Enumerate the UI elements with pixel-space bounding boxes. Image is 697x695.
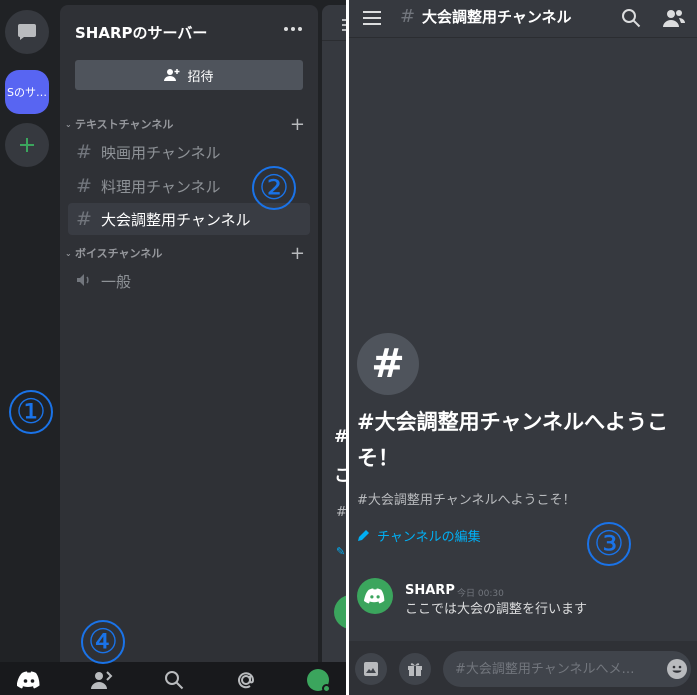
hash-icon: # (76, 208, 92, 230)
category-label: テキストチャンネル (75, 118, 174, 131)
discord-logo-icon (364, 588, 385, 604)
left-screen: Sのサ… SHARPのサーバー 招待 ⌄ テキストチャンネル + # 映画用チャ… (0, 0, 346, 695)
annotation-marker: ② (252, 166, 296, 210)
speaker-icon (76, 270, 101, 292)
peek-title-fragment: こ (334, 466, 346, 486)
add-person-icon (164, 69, 180, 81)
pencil-icon: ✎ (336, 545, 346, 558)
search-icon[interactable] (162, 669, 186, 691)
category-label: ボイスチャンネル (75, 247, 163, 260)
message-input[interactable] (443, 651, 691, 687)
welcome-title: #大会調整用チャンネルへようこそ！ (357, 410, 668, 470)
invite-label: 招待 (187, 69, 214, 85)
server-name[interactable]: SHARPのサーバー (75, 22, 207, 43)
image-upload-button[interactable] (355, 653, 387, 685)
hash-icon: # (400, 6, 416, 27)
category-voice[interactable]: ⌄ ボイスチャンネル + (65, 243, 305, 264)
peek-subtitle-fragment: # (336, 505, 346, 520)
message-author[interactable]: SHARP (405, 583, 455, 598)
chat-bubble-icon (18, 24, 36, 40)
add-voice-channel-button[interactable]: + (290, 243, 305, 264)
chat-peek[interactable]: # こ # ✎ (322, 5, 346, 662)
discord-home-icon[interactable] (17, 669, 41, 691)
annotation-marker: ① (9, 390, 53, 434)
image-icon (364, 662, 378, 676)
channel-header: # 大会調整用チャンネル (349, 0, 697, 38)
pencil-icon (358, 530, 369, 541)
voice-channel-label: 一般 (101, 272, 132, 291)
annotation-marker: ④ (81, 620, 125, 664)
message-composer (349, 641, 697, 695)
voice-channel-item[interactable]: 一般 (68, 265, 310, 297)
more-options-icon[interactable] (282, 19, 304, 39)
plus-icon (20, 138, 34, 152)
friends-icon[interactable] (90, 669, 114, 691)
channel-title[interactable]: 大会調整用チャンネル (422, 6, 572, 27)
annotation-marker: ③ (587, 522, 631, 566)
channel-item[interactable]: # 映画用チャンネル (68, 136, 310, 168)
mention-icon[interactable] (234, 669, 258, 691)
channel-label: 映画用チャンネル (101, 143, 221, 162)
gift-icon (408, 663, 422, 676)
chevron-down-icon: ⌄ (65, 248, 72, 258)
members-icon[interactable] (662, 8, 686, 28)
direct-messages-button[interactable] (5, 10, 49, 54)
add-server-button[interactable] (5, 123, 49, 167)
avatar[interactable] (357, 578, 393, 614)
channel-panel: SHARPのサーバー 招待 ⌄ テキストチャンネル + # 映画用チャンネル #… (60, 5, 318, 662)
hash-icon: # (76, 141, 92, 163)
avatar (334, 595, 346, 629)
bottom-nav (0, 662, 346, 695)
hash-icon: # (76, 175, 92, 197)
edit-channel-label: チャンネルの編集 (377, 530, 481, 545)
profile-icon[interactable] (306, 669, 331, 693)
add-channel-button[interactable]: + (290, 114, 305, 135)
channel-hash-icon: # (357, 333, 419, 395)
edit-channel-link[interactable]: チャンネルの編集 (357, 526, 481, 545)
server-icon[interactable]: Sのサ… (5, 70, 49, 114)
menu-icon[interactable] (363, 11, 381, 25)
category-text[interactable]: ⌄ テキストチャンネル + (65, 114, 305, 135)
welcome-subtitle: #大会調整用チャンネルへようこそ！ (357, 493, 576, 508)
emoji-icon[interactable] (667, 659, 687, 679)
channel-label: 大会調整用チャンネル (101, 210, 251, 229)
channel-label: 料理用チャンネル (101, 177, 221, 196)
chevron-down-icon: ⌄ (65, 119, 72, 129)
right-screen: # 大会調整用チャンネル # #大会調整用チャンネルへようこそ！ #大会調整用チ… (349, 0, 697, 695)
peek-title-fragment: # (334, 427, 346, 447)
gift-button[interactable] (399, 653, 431, 685)
message-text: ここでは大会の調整を行います (405, 602, 588, 617)
invite-button[interactable]: 招待 (75, 60, 303, 90)
server-rail: Sのサ… (0, 0, 60, 662)
search-icon[interactable] (621, 8, 641, 28)
